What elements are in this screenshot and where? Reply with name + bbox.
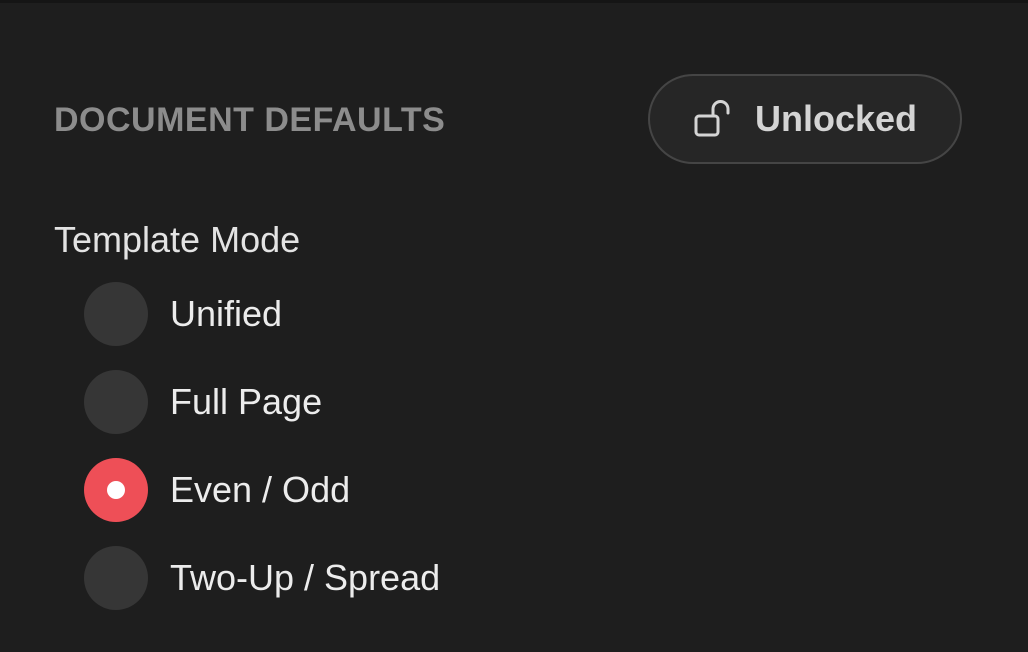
radio-label: Two-Up / Spread xyxy=(170,557,441,598)
radio-button-selected[interactable] xyxy=(84,458,148,522)
unlocked-padlock-icon xyxy=(693,98,735,140)
unlock-toggle-button[interactable]: Unlocked xyxy=(648,74,962,164)
radio-selected-dot xyxy=(107,481,125,499)
template-mode-label: Template Mode xyxy=(54,219,301,260)
radio-option-two-up-spread[interactable]: Two-Up / Spread xyxy=(84,546,440,610)
radio-button[interactable] xyxy=(84,370,148,434)
radio-label: Full Page xyxy=(170,381,323,422)
radio-option-full-page[interactable]: Full Page xyxy=(84,370,322,434)
radio-option-unified[interactable]: Unified xyxy=(84,282,282,346)
radio-button[interactable] xyxy=(84,282,148,346)
radio-button[interactable] xyxy=(84,546,148,610)
radio-label: Even / Odd xyxy=(170,469,351,510)
radio-option-even-odd[interactable]: Even / Odd xyxy=(84,458,350,522)
top-divider xyxy=(0,0,1028,3)
lock-button-label: Unlocked xyxy=(754,98,918,139)
radio-label: Unified xyxy=(170,293,283,334)
section-title: DOCUMENT DEFAULTS xyxy=(54,100,446,139)
